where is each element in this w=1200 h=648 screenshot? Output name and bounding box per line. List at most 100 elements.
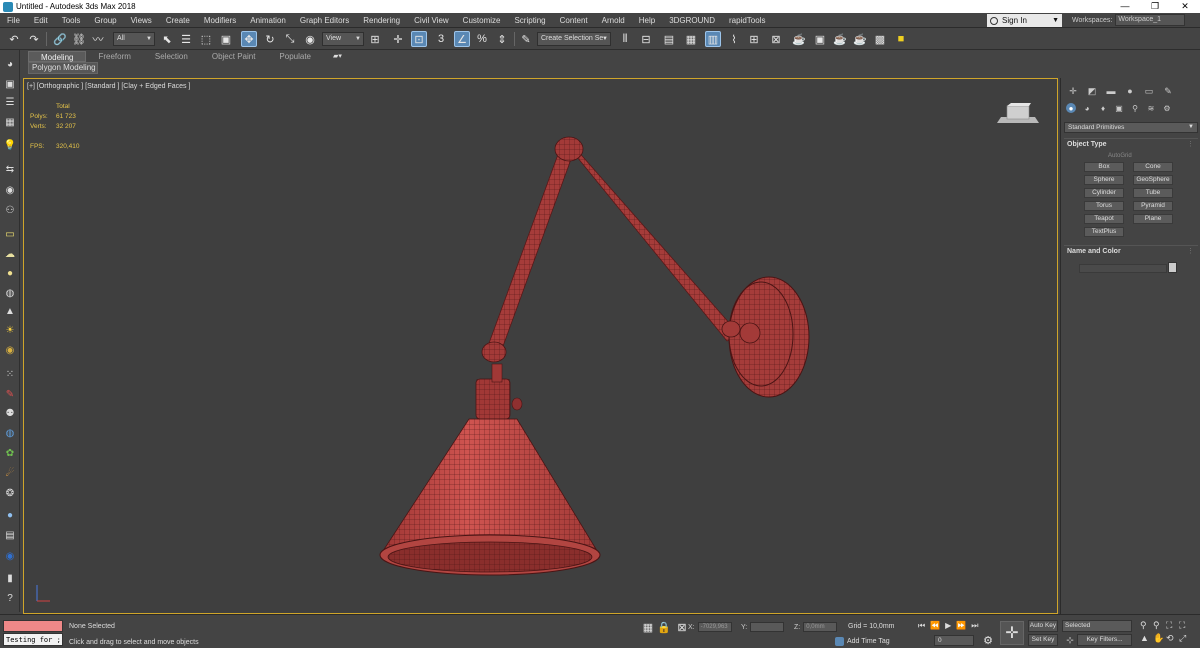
selection-filter-dropdown[interactable]: All ▼	[113, 32, 155, 46]
render-iterative-icon[interactable]: ☕	[852, 31, 868, 47]
go-to-end-icon[interactable]: ⏭	[971, 621, 978, 631]
helpers-icon[interactable]: ⚲	[1130, 103, 1140, 113]
menu-animation[interactable]: Animation	[243, 16, 293, 25]
menu-edit[interactable]: Edit	[27, 16, 55, 25]
brush-icon[interactable]: ✎	[3, 388, 17, 401]
y-input[interactable]	[750, 622, 785, 632]
people-icon[interactable]: ⚉	[3, 407, 17, 420]
ribbon-panel-polygon-modeling[interactable]: Polygon Modeling	[28, 62, 98, 74]
geosphere-button[interactable]: GeoSphere	[1133, 175, 1173, 185]
eye-icon[interactable]: ◕	[3, 58, 17, 71]
rollout-name-and-color[interactable]: Name and Color ⋮	[1064, 245, 1198, 256]
key-mode-icon[interactable]: ⊹	[1062, 632, 1078, 648]
tab-selection[interactable]: Selection	[143, 51, 200, 62]
spinner-snap-icon[interactable]: ⇕	[494, 31, 510, 47]
menu-group[interactable]: Group	[87, 16, 123, 25]
menu-file[interactable]: File	[0, 16, 27, 25]
tab-object-paint[interactable]: Object Paint	[200, 51, 268, 62]
viewport[interactable]: [+] [Orthographic ] [Standard ] [Clay + …	[23, 78, 1058, 614]
percent-snap-icon[interactable]: %	[474, 31, 490, 47]
disc-icon[interactable]: ◉	[3, 344, 17, 357]
systems-icon[interactable]: ⚙	[1162, 103, 1172, 113]
scatter-icon[interactable]: ⁙	[3, 368, 17, 381]
edit-named-sets-icon[interactable]: ✎	[518, 31, 534, 47]
box-button[interactable]: Box	[1084, 162, 1124, 172]
menu-3dground[interactable]: 3DGROUND	[662, 16, 722, 25]
key-filters-button[interactable]: Key Filters...	[1077, 634, 1132, 646]
render-setup-icon[interactable]: ☕	[791, 31, 807, 47]
zoom-all-icon[interactable]: ⚲	[1153, 620, 1166, 631]
cylinder-button[interactable]: Cylinder	[1084, 188, 1124, 198]
torus-button[interactable]: Torus	[1084, 201, 1124, 211]
autogrid-checkbox[interactable]: AutoGrid	[1108, 153, 1132, 159]
menu-content[interactable]: Content	[553, 16, 595, 25]
sphere-icon[interactable]: ●	[3, 267, 17, 280]
particle-icon[interactable]: ❂	[3, 487, 17, 500]
curve-editor-icon[interactable]: ⌇	[726, 31, 742, 47]
globe-icon[interactable]: ◍	[3, 427, 17, 440]
geometry-icon[interactable]: ●	[1066, 103, 1076, 113]
key-selection-dropdown[interactable]: Selected	[1062, 620, 1132, 632]
tab-populate[interactable]: Populate	[267, 51, 323, 62]
angle-snap-icon[interactable]: ∠	[454, 31, 470, 47]
maxscript-mini-input[interactable]: Testing for ;	[3, 633, 63, 646]
rect-selection-icon[interactable]: ⬚	[198, 31, 214, 47]
helpers-icon[interactable]: ⇆	[3, 163, 17, 176]
object-color-swatch[interactable]	[1168, 262, 1177, 273]
time-config-icon[interactable]: ⚙	[980, 632, 996, 648]
render-icon[interactable]: ▤	[3, 529, 17, 542]
unlink-icon[interactable]: ⛓	[71, 31, 87, 47]
menu-tools[interactable]: Tools	[55, 16, 88, 25]
menu-graph-editors[interactable]: Graph Editors	[293, 16, 356, 25]
toggle-ribbon-icon[interactable]: ▥	[705, 31, 721, 47]
plant-icon[interactable]: ✿	[3, 447, 17, 460]
object-name-input[interactable]	[1079, 264, 1167, 273]
schematic-view-icon[interactable]: ⊞	[746, 31, 762, 47]
redo-icon[interactable]: ↷	[26, 31, 42, 47]
open-file-icon[interactable]: ▣	[3, 78, 17, 91]
maximize-viewport-icon[interactable]: ⤢	[1179, 633, 1192, 644]
record-icon[interactable]: ◉	[3, 550, 17, 563]
menu-modifiers[interactable]: Modifiers	[197, 16, 243, 25]
tube-button[interactable]: Tube	[1133, 188, 1173, 198]
grid-icon[interactable]: ▦	[3, 116, 17, 129]
render-production-icon[interactable]: ☕	[832, 31, 848, 47]
water-icon[interactable]: ●	[3, 509, 17, 522]
previous-frame-icon[interactable]: ⏪	[930, 621, 940, 631]
set-key-icon[interactable]: ✛	[1000, 621, 1024, 645]
scale-icon[interactable]: ⤡	[282, 31, 298, 47]
z-input[interactable]: 0,0mm	[803, 622, 838, 632]
ribbon-options-icon[interactable]: ▰▾	[333, 52, 342, 60]
maximize-button[interactable]: ❐	[1140, 1, 1170, 12]
selection-lock-icon[interactable]: 🔒	[656, 619, 672, 635]
move-icon[interactable]: ✥	[241, 31, 257, 47]
menu-scripting[interactable]: Scripting	[507, 16, 552, 25]
rendered-frame-window-icon[interactable]: ▣	[812, 31, 828, 47]
modify-tab-icon[interactable]: ◩	[1086, 85, 1098, 97]
layer-explorer-icon[interactable]: ▦	[683, 31, 699, 47]
select-by-name-icon[interactable]: ☰	[178, 31, 194, 47]
menu-rendering[interactable]: Rendering	[356, 16, 407, 25]
close-button[interactable]: ✕	[1170, 1, 1200, 12]
rotate-icon[interactable]: ↻	[262, 31, 278, 47]
align-icon[interactable]: ⊟	[638, 31, 654, 47]
undo-icon[interactable]: ↶	[6, 31, 22, 47]
display-tab-icon[interactable]: ▭	[1143, 85, 1155, 97]
sphere-button[interactable]: Sphere	[1084, 175, 1124, 185]
zoom-extents-icon[interactable]: ⛶	[1166, 620, 1179, 631]
rollout-object-type[interactable]: Object Type ⋮	[1064, 138, 1198, 149]
menu-create[interactable]: Create	[159, 16, 197, 25]
create-tab-icon[interactable]: ✛	[1067, 85, 1079, 97]
textplus-button[interactable]: TextPlus	[1084, 227, 1124, 237]
light-icon[interactable]: 💡	[3, 139, 17, 152]
go-to-start-icon[interactable]: ⏮	[918, 621, 925, 631]
signin-button[interactable]: Sign In ▼	[987, 14, 1062, 27]
manipulate-icon[interactable]: ✛	[390, 31, 406, 47]
rig-icon[interactable]: ⚇	[3, 204, 17, 217]
render-in-cloud-icon[interactable]: ▩	[872, 31, 888, 47]
mirror-icon[interactable]: ⫴	[617, 31, 633, 47]
zoom-extents-all-icon[interactable]: ⛶	[1179, 620, 1192, 631]
window-crossing-icon[interactable]: ▣	[218, 31, 234, 47]
menu-help[interactable]: Help	[632, 16, 662, 25]
current-frame-input[interactable]: 0	[934, 635, 974, 646]
